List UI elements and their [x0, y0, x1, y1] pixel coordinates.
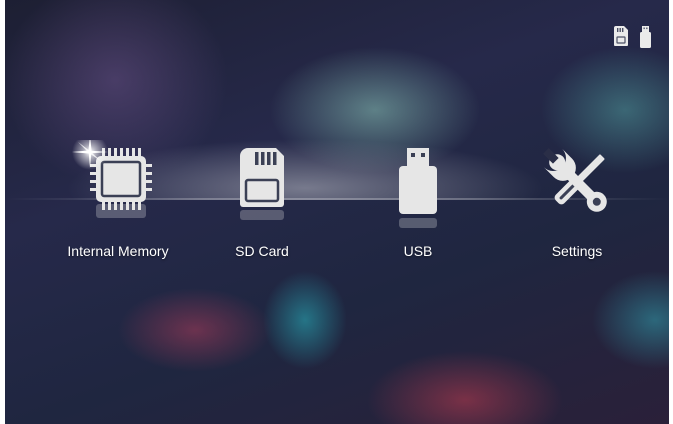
menu-item-label: Internal Memory — [67, 243, 169, 259]
sd-card-icon — [187, 140, 337, 230]
menu-item-settings[interactable]: Settings — [502, 140, 652, 270]
menu-item-usb[interactable]: USB — [343, 140, 493, 270]
usb-icon — [343, 140, 493, 230]
menu-item-label: Settings — [551, 243, 603, 259]
menu-item-sd-card[interactable]: SD Card — [187, 140, 337, 270]
status-bar — [614, 26, 651, 48]
tools-icon — [502, 140, 652, 230]
media-home-screen: Internal Memory SD Card USB Settings — [5, 0, 669, 424]
menu-item-label: SD Card — [235, 243, 289, 259]
menu-item-internal-memory[interactable]: Internal Memory — [43, 140, 193, 270]
sd-card-status-icon — [614, 26, 628, 46]
menu-item-label: USB — [403, 243, 433, 259]
memory-chip-icon — [43, 140, 193, 230]
usb-status-icon — [640, 26, 651, 48]
